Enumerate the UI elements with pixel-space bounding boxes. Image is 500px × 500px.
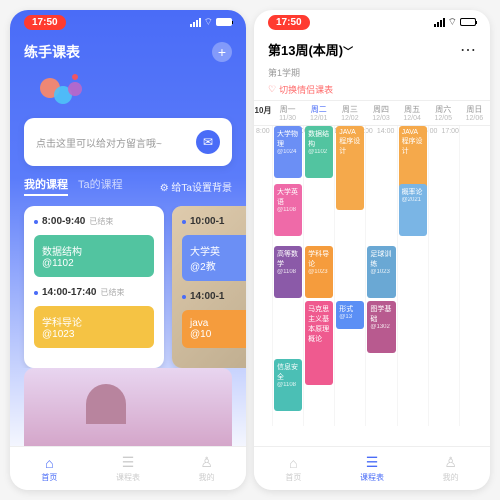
hour-column: 8:009:0010:0011:0012:0013:0014:0015:0016… [254,126,272,426]
course-block[interactable]: 足球训练@1023 [367,246,395,298]
day-column: JAVA程序设计概率论@2021 [397,126,428,426]
status-bar: 17:50 ⌔ [10,10,246,34]
status-icons: ⌔ [434,16,476,29]
course-block[interactable]: 学科导论@1023 [305,246,333,298]
course-card[interactable]: 8:00-9:40已结束 数据结构@1102 14:00-17:40已结束 学科… [24,206,164,368]
illustration [24,368,232,448]
day-column: 数据结构@1102 学科导论@1023 马克思主义基本原理概论 [303,126,334,426]
course-block[interactable]: 数据结构@1102 [305,126,333,178]
day-column [428,126,459,426]
schedule-header: 第13周(本周)﹀ ⋯ [254,34,490,66]
schedule-icon: ☰ [366,454,379,471]
profile-icon: ♙ [444,454,457,471]
signal-icon [434,18,445,27]
home-icon: ⌂ [289,455,297,471]
day-column: 大学物理@1024 大学英语@1108 高等数学@1108 信息安全@1108 [272,126,303,426]
course-block[interactable]: 概率论@2021 [399,184,427,236]
set-background-link[interactable]: ⚙ 给Ta设置背景 [160,179,232,194]
wifi-icon: ⌔ [448,16,457,29]
day-column [459,126,490,426]
battery-icon [460,18,476,26]
course-card-partner[interactable]: 10:00-1 大学英@2教 14:00-1 java@10 [172,206,246,368]
status-icons: ⌔ [190,16,232,29]
subject-block: java@10 [182,310,246,348]
phone-schedule: 17:50 ⌔ 第13周(本周)﹀ ⋯ 第1学期 ♡切换情侣课表 10月 周一1… [254,10,490,490]
weekday-cell[interactable]: 周六12/05 [428,101,459,125]
course-block[interactable]: 图学基础@1302 [367,301,395,353]
phone-home: 17:50 ⌔ 练手课表 + 点击这里可以给对方留言哦~ ✉ 我的课程 Ta的课… [10,10,246,490]
day-column: 足球训练@1023 图学基础@1302 [365,126,396,426]
tab-my-courses[interactable]: 我的课程 [24,176,68,196]
nav-home[interactable]: ⌂首页 [10,447,89,490]
nav-schedule[interactable]: ☰课程表 [89,447,168,490]
course-block[interactable]: 形式@13 [336,301,364,329]
weekday-cell[interactable]: 周二12/01 [303,101,334,125]
status-bar: 17:50 ⌔ [254,10,490,34]
wifi-icon: ⌔ [204,16,213,29]
heart-icon: ♡ [268,84,276,95]
status-time: 17:50 [268,15,310,30]
chat-icon[interactable]: ✉ [196,130,220,154]
subject-block: 数据结构@1102 [34,235,154,277]
bottom-nav: ⌂首页 ☰课程表 ♙我的 [10,446,246,490]
signal-icon [190,18,201,27]
nav-schedule[interactable]: ☰课程表 [333,447,412,490]
bottom-nav: ⌂首页 ☰课程表 ♙我的 [254,446,490,490]
more-button[interactable]: ⋯ [460,40,476,60]
month-label: 10月 [254,101,272,125]
weekday-cell[interactable]: 周日12/06 [459,101,490,125]
message-placeholder: 点击这里可以给对方留言哦~ [36,135,162,150]
weekday-cell[interactable]: 周一11/30 [272,101,303,125]
course-block[interactable]: JAVA程序设计 [336,126,364,210]
add-button[interactable]: + [212,42,232,62]
status-time: 17:50 [24,15,66,30]
course-cards[interactable]: 8:00-9:40已结束 数据结构@1102 14:00-17:40已结束 学科… [10,206,246,368]
nav-profile[interactable]: ♙我的 [411,447,490,490]
course-block[interactable]: 高等数学@1108 [274,246,302,298]
home-icon: ⌂ [45,455,53,471]
header: 练手课表 + [10,34,246,70]
battery-icon [216,18,232,26]
nav-home[interactable]: ⌂首页 [254,447,333,490]
nav-profile[interactable]: ♙我的 [167,447,246,490]
weekday-cell[interactable]: 周三12/02 [334,101,365,125]
chevron-down-icon: ﹀ [343,47,353,58]
semester-label: 第1学期 [254,66,490,79]
subject-block: 学科导论@1023 [34,306,154,348]
weekday-cell[interactable]: 周五12/04 [397,101,428,125]
day-column: JAVA程序设计形式@13 [334,126,365,426]
weekday-cell[interactable]: 周四12/03 [365,101,396,125]
course-block[interactable]: 大学物理@1024 [274,126,302,178]
schedule-grid[interactable]: 8:009:0010:0011:0012:0013:0014:0015:0016… [254,126,490,426]
course-block[interactable]: 信息安全@1108 [274,359,302,411]
app-title: 练手课表 [24,42,80,62]
course-tabs: 我的课程 Ta的课程 ⚙ 给Ta设置背景 [10,166,246,206]
profile-icon: ♙ [200,454,213,471]
switch-schedule-link[interactable]: ♡切换情侣课表 [254,79,490,100]
decorative-bubbles [24,74,232,114]
message-card[interactable]: 点击这里可以给对方留言哦~ ✉ [24,118,232,166]
weekday-header: 10月 周一11/30周二12/01周三12/02周四12/03周五12/04周… [254,100,490,126]
course-block[interactable]: 马克思主义基本原理概论 [305,301,333,385]
week-selector[interactable]: 第13周(本周)﹀ [268,43,353,58]
course-block[interactable]: 大学英语@1108 [274,184,302,236]
subject-block: 大学英@2教 [182,235,246,281]
schedule-icon: ☰ [122,454,135,471]
tab-partner-courses[interactable]: Ta的课程 [78,176,123,196]
